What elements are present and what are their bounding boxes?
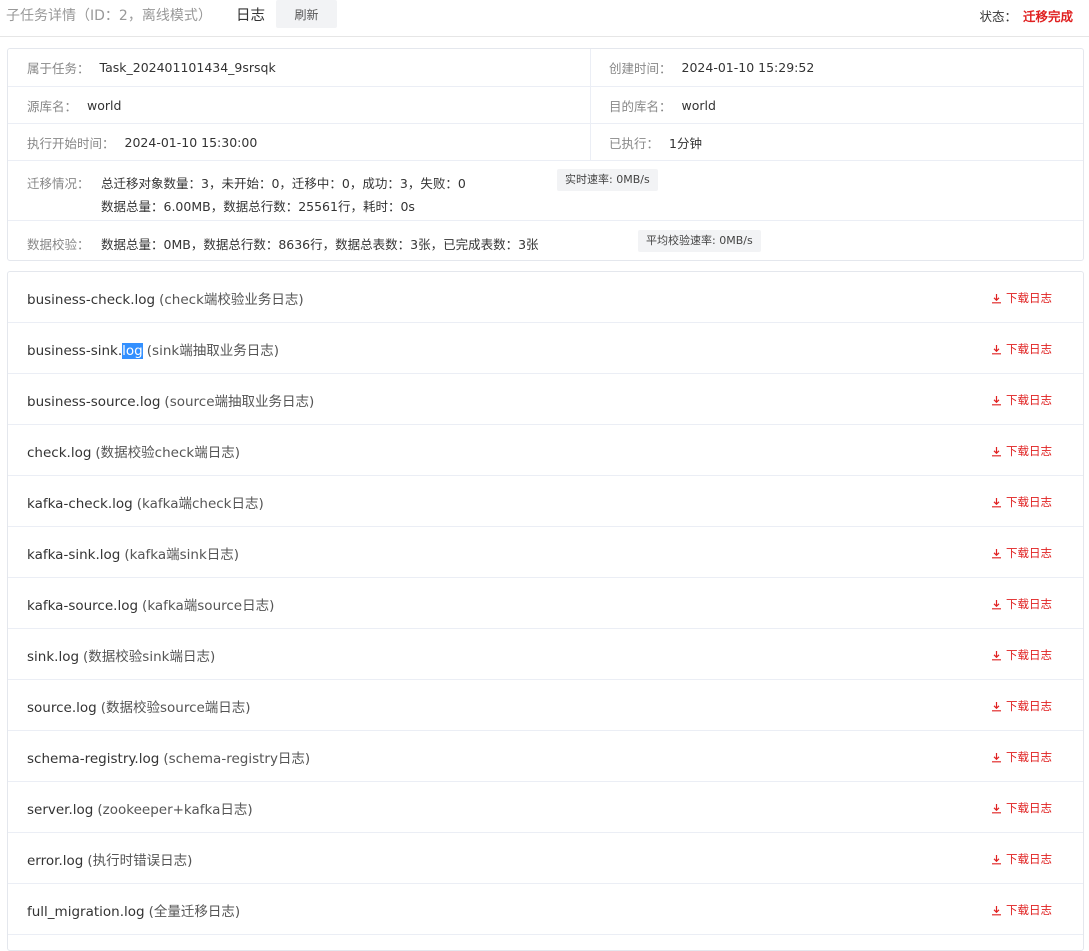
download-log-button[interactable]: 下载日志 bbox=[991, 392, 1052, 408]
download-icon bbox=[992, 395, 1001, 405]
migration-label: 迁移情况： bbox=[27, 176, 90, 191]
download-log-button[interactable]: 下载日志 bbox=[991, 647, 1052, 663]
log-file-name: sink.log (数据校验sink端日志) bbox=[27, 649, 216, 665]
migration-summary: 总迁移对象数量：3，未开始：0，迁移中：0，成功：3，失败：0 bbox=[101, 176, 466, 191]
download-log-button[interactable]: 下载日志 bbox=[991, 494, 1052, 510]
log-file-name: full_migration.log (全量迁移日志) bbox=[27, 904, 241, 920]
list-item: kafka-sink.log (kafka端sink日志) 下载日志 bbox=[8, 527, 1083, 578]
log-description: (zookeeper+kafka日志) bbox=[97, 802, 253, 818]
download-log-button[interactable]: 下载日志 bbox=[991, 341, 1052, 357]
list-item: business-sink.log (sink端抽取业务日志) 下载日志 bbox=[8, 323, 1083, 374]
list-item: sink.log (数据校验sink端日志) 下载日志 bbox=[8, 629, 1083, 680]
page-header: 子任务详情（ID：2，离线模式） 日志 刷新 状态： 迁移完成 bbox=[0, 0, 1089, 30]
download-icon bbox=[992, 854, 1001, 864]
check-label: 数据校验： bbox=[27, 237, 90, 252]
task-value: Task_202401101434_9srsqk bbox=[99, 60, 276, 75]
log-file-name: business-check.log (check端校验业务日志) bbox=[27, 292, 304, 308]
check-summary: 数据总量：0MB，数据总行数：8636行，数据总表数：3张，已完成表数：3张 bbox=[101, 237, 539, 252]
download-icon bbox=[992, 344, 1001, 354]
header-divider bbox=[0, 36, 1089, 37]
realtime-speed-badge: 实时速率: 0MB/s bbox=[557, 169, 658, 191]
download-log-button[interactable]: 下载日志 bbox=[991, 545, 1052, 561]
log-description: (数据校验sink端日志) bbox=[83, 649, 216, 665]
log-description: (check端校验业务日志) bbox=[159, 292, 304, 308]
info-divider bbox=[8, 220, 1083, 221]
elapsed-label: 已执行： bbox=[609, 135, 660, 151]
migration-data-summary: 数据总量：6.00MB，数据总行数：25561行，耗时：0s bbox=[101, 199, 415, 214]
target-db-label: 目的库名： bbox=[609, 98, 672, 114]
log-description: (schema-registry日志) bbox=[163, 751, 311, 767]
page-title: 子任务详情（ID：2，离线模式） bbox=[6, 8, 212, 24]
download-icon bbox=[992, 599, 1001, 609]
download-log-button[interactable]: 下载日志 bbox=[991, 698, 1052, 714]
log-file-name: business-source.log (source端抽取业务日志) bbox=[27, 394, 315, 410]
source-db-label: 源库名： bbox=[27, 98, 78, 114]
download-icon bbox=[992, 446, 1001, 456]
log-file-name: business-sink.log (sink端抽取业务日志) bbox=[27, 343, 279, 359]
download-icon bbox=[992, 650, 1001, 660]
list-item: kafka-source.log (kafka端source日志) 下载日志 bbox=[8, 578, 1083, 629]
list-item: business-source.log (source端抽取业务日志) 下载日志 bbox=[8, 374, 1083, 425]
download-icon bbox=[992, 497, 1001, 507]
download-log-button[interactable]: 下载日志 bbox=[991, 596, 1052, 612]
log-file-name: kafka-sink.log (kafka端sink日志) bbox=[27, 547, 240, 563]
text-selection: log bbox=[122, 343, 143, 359]
download-log-button[interactable]: 下载日志 bbox=[991, 851, 1052, 867]
log-description: (kafka端sink日志) bbox=[124, 547, 240, 563]
download-log-button[interactable]: 下载日志 bbox=[991, 902, 1052, 918]
info-row-exec: 执行开始时间： 2024-01-10 15:30:00 已执行： 1分钟 bbox=[8, 124, 1083, 161]
status-label: 状态： bbox=[979, 9, 1017, 24]
log-description: (数据校验check端日志) bbox=[95, 445, 240, 461]
download-log-button[interactable]: 下载日志 bbox=[991, 290, 1052, 306]
elapsed-value: 1分钟 bbox=[669, 135, 702, 151]
start-label: 执行开始时间： bbox=[27, 135, 115, 151]
download-icon bbox=[992, 293, 1001, 303]
target-db-value: world bbox=[681, 97, 716, 113]
info-row-db: 源库名： world 目的库名： world bbox=[8, 87, 1083, 124]
log-description: (kafka端check日志) bbox=[136, 496, 264, 512]
task-label: 属于任务： bbox=[27, 61, 90, 76]
log-file-name: schema-registry.log (schema-registry日志) bbox=[27, 751, 311, 767]
log-description: (kafka端source日志) bbox=[142, 598, 275, 614]
log-file-name: server.log (zookeeper+kafka日志) bbox=[27, 802, 253, 818]
log-file-name: source.log (数据校验source端日志) bbox=[27, 700, 251, 716]
log-description: (数据校验source端日志) bbox=[100, 700, 251, 716]
download-icon bbox=[992, 701, 1001, 711]
list-item: error.log (执行时错误日志) 下载日志 bbox=[8, 833, 1083, 884]
tab-log[interactable]: 日志 bbox=[236, 4, 265, 25]
log-description: (sink端抽取业务日志) bbox=[146, 343, 279, 359]
download-icon bbox=[992, 803, 1001, 813]
info-row-task: 属于任务： Task_202401101434_9srsqk 创建时间： 2024-… bbox=[8, 49, 1083, 87]
download-icon bbox=[992, 905, 1001, 915]
status: 状态： 迁移完成 bbox=[979, 6, 1073, 25]
log-file-name: kafka-check.log (kafka端check日志) bbox=[27, 496, 264, 512]
log-description: (执行时错误日志) bbox=[87, 853, 193, 869]
list-item: business-check.log (check端校验业务日志) 下载日志 bbox=[8, 272, 1083, 323]
task-info-panel: 属于任务： Task_202401101434_9srsqk 创建时间： 2024-… bbox=[7, 48, 1084, 261]
list-item: full_migration.log (全量迁移日志) 下载日志 bbox=[8, 884, 1083, 935]
log-description: (全量迁移日志) bbox=[148, 904, 241, 920]
log-description: (source端抽取业务日志) bbox=[164, 394, 315, 410]
list-item: check.log (数据校验check端日志) 下载日志 bbox=[8, 425, 1083, 476]
refresh-button[interactable]: 刷新 bbox=[276, 0, 337, 28]
log-file-name: kafka-source.log (kafka端source日志) bbox=[27, 598, 275, 614]
log-file-name: check.log (数据校验check端日志) bbox=[27, 445, 240, 461]
source-db-value: world bbox=[87, 97, 122, 113]
download-icon bbox=[992, 548, 1001, 558]
created-label: 创建时间： bbox=[609, 61, 672, 76]
download-log-button[interactable]: 下载日志 bbox=[991, 443, 1052, 459]
log-file-name: error.log (执行时错误日志) bbox=[27, 853, 193, 869]
avg-check-speed-badge: 平均校验速率: 0MB/s bbox=[638, 230, 761, 252]
download-icon bbox=[992, 752, 1001, 762]
created-value: 2024-01-10 15:29:52 bbox=[681, 60, 815, 75]
list-item: source.log (数据校验source端日志) 下载日志 bbox=[8, 680, 1083, 731]
status-badge: 迁移完成 bbox=[1022, 9, 1073, 24]
start-value: 2024-01-10 15:30:00 bbox=[124, 134, 258, 150]
list-item: server.log (zookeeper+kafka日志) 下载日志 bbox=[8, 782, 1083, 833]
list-item: schema-registry.log (schema-registry日志) 下… bbox=[8, 731, 1083, 782]
download-log-button[interactable]: 下载日志 bbox=[991, 800, 1052, 816]
log-list: business-check.log (check端校验业务日志) 下载日志 bu… bbox=[7, 271, 1084, 951]
list-item: kafka-check.log (kafka端check日志) 下载日志 bbox=[8, 476, 1083, 527]
download-log-button[interactable]: 下载日志 bbox=[991, 749, 1052, 765]
